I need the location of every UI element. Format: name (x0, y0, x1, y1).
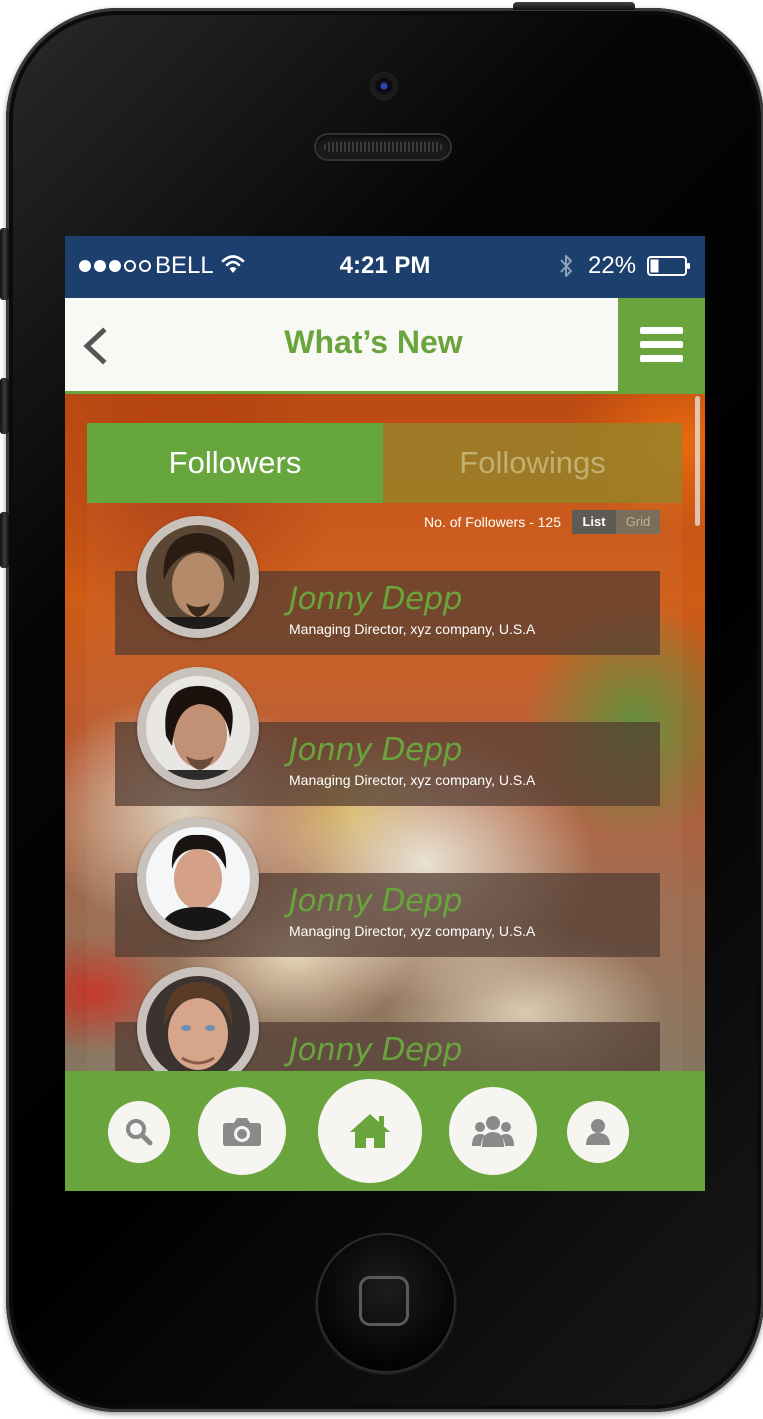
home-square-icon (359, 1276, 409, 1326)
followers-count: No. of Followers - 125 (424, 514, 561, 530)
front-camera (370, 72, 398, 100)
avatar-photo (146, 676, 250, 780)
tab-followings[interactable]: Followings (383, 423, 682, 503)
bluetooth-icon (560, 255, 572, 277)
portrait-image (146, 976, 250, 1080)
volume-up-button (0, 378, 9, 434)
mute-switch (0, 228, 9, 300)
battery-icon (647, 256, 690, 276)
app-screen: BELL 4:21 PM 22% What’s New Followers Fo… (65, 236, 705, 1191)
avatar-photo (146, 976, 250, 1080)
grid-view-button[interactable]: Grid (616, 510, 660, 534)
earpiece-speaker (314, 133, 452, 161)
bottom-tab-bar (65, 1071, 705, 1191)
follower-subtitle: Managing Director, xyz company, U.S.A (289, 772, 536, 788)
follower-name: Jonny Depp (289, 732, 462, 768)
page-title: What’s New (284, 324, 463, 360)
portrait-image (146, 676, 250, 780)
search-icon (126, 1119, 153, 1146)
portrait-image (146, 827, 250, 931)
hamburger-menu-icon (640, 327, 683, 334)
follower-subtitle: Managing Director, xyz company, U.S.A (289, 923, 536, 939)
user-icon (586, 1119, 610, 1145)
follower-subtitle: Managing Director, xyz company, U.S.A (289, 621, 536, 637)
portrait-image (146, 525, 250, 629)
power-button (513, 2, 635, 10)
follower-name: Jonny Depp (289, 1032, 462, 1068)
scrollbar[interactable] (695, 396, 700, 526)
avatar[interactable] (137, 818, 259, 940)
hamburger-menu-button[interactable] (618, 298, 705, 391)
group-button[interactable] (449, 1087, 537, 1175)
avatar[interactable] (137, 516, 259, 638)
status-bar: BELL 4:21 PM 22% (65, 236, 705, 298)
hamburger-menu-icon (640, 355, 683, 362)
follower-name: Jonny Depp (289, 883, 462, 919)
profile-button[interactable] (567, 1101, 629, 1163)
home-button[interactable] (318, 1079, 422, 1183)
nav-divider (65, 391, 705, 394)
camera-button[interactable] (198, 1087, 286, 1175)
battery-percent: 22% (588, 252, 637, 279)
avatar-photo (146, 827, 250, 931)
volume-down-button (0, 512, 9, 568)
avatar-photo (146, 525, 250, 629)
followers-panel: Followers Followings No. of Followers - … (87, 423, 682, 1106)
group-icon (472, 1116, 514, 1147)
tab-followers[interactable]: Followers (87, 423, 383, 503)
hardware-home-button[interactable] (316, 1233, 456, 1373)
search-button[interactable] (108, 1101, 170, 1163)
camera-icon (223, 1118, 261, 1146)
hamburger-menu-icon (640, 341, 683, 348)
nav-bar: What’s New (65, 298, 705, 391)
home-icon (350, 1114, 390, 1148)
follower-name: Jonny Depp (289, 581, 462, 617)
list-view-button[interactable]: List (572, 510, 616, 534)
view-toggle: List Grid (572, 510, 660, 534)
avatar[interactable] (137, 667, 259, 789)
